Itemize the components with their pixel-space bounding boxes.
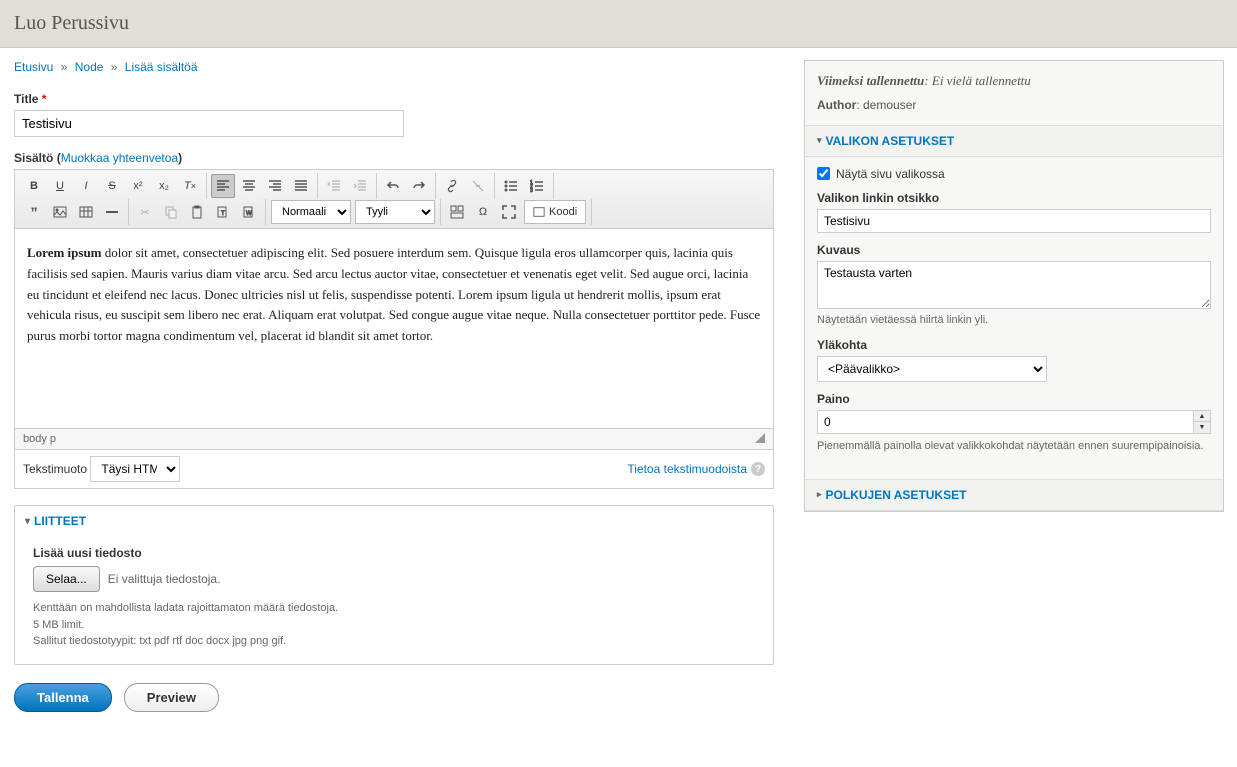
format-select[interactable]: Normaali <box>271 200 351 224</box>
add-file-label: Lisää uusi tiedosto <box>33 546 755 560</box>
no-file-text: Ei valittuja tiedostoja. <box>108 572 221 586</box>
file-help-limit: 5 MB limit. <box>33 617 755 634</box>
menu-settings-toggle[interactable]: VALIKON ASETUKSET <box>805 126 1223 157</box>
title-field: Title * <box>14 92 774 137</box>
file-help-unlimited: Kenttään on mahdollista ladata rajoittam… <box>33 600 755 617</box>
text-format-select[interactable]: Täysi HTML <box>90 456 180 482</box>
copy-button[interactable] <box>159 200 183 224</box>
svg-text:W: W <box>246 211 252 217</box>
paste-button[interactable] <box>185 200 209 224</box>
bold-button[interactable]: B <box>22 174 46 198</box>
underline-button[interactable]: U <box>48 174 72 198</box>
align-justify-button[interactable] <box>289 174 313 198</box>
breadcrumb-link[interactable]: Node <box>75 60 104 74</box>
bullet-list-button[interactable] <box>499 174 523 198</box>
outdent-button[interactable] <box>322 174 346 198</box>
subscript-button[interactable]: x₂ <box>152 174 176 198</box>
content-label: Sisältö (Muokkaa yhteenvetoa) <box>14 151 774 165</box>
desc-textarea[interactable] <box>817 261 1211 309</box>
strike-button[interactable]: S <box>100 174 124 198</box>
main-column: Etusivu » Node » Lisää sisältöä Title * … <box>14 60 774 712</box>
desc-label: Kuvaus <box>817 243 1211 257</box>
resize-handle[interactable] <box>755 433 765 443</box>
editor-body[interactable]: Lorem ipsum dolor sit amet, consectetuer… <box>14 229 774 429</box>
hr-button[interactable] <box>100 200 124 224</box>
save-button[interactable]: Tallenna <box>14 683 112 712</box>
maximize-button[interactable] <box>497 200 521 224</box>
edit-summary-link[interactable]: Muokkaa yhteenvetoa <box>61 151 178 165</box>
table-button[interactable] <box>74 200 98 224</box>
link-button[interactable] <box>440 174 464 198</box>
superscript-button[interactable]: x² <box>126 174 150 198</box>
paste-word-button[interactable]: W <box>237 200 261 224</box>
weight-up[interactable]: ▲ <box>1194 411 1210 422</box>
parent-select[interactable]: <Päävalikko> <box>817 356 1047 382</box>
format-label: Tekstimuoto <box>23 462 87 476</box>
svg-text:3: 3 <box>530 188 533 193</box>
number-list-button[interactable]: 123 <box>525 174 549 198</box>
breadcrumb-link[interactable]: Etusivu <box>14 60 53 74</box>
menu-settings-body: Näytä sivu valikossa Valikon linkin otsi… <box>805 157 1223 480</box>
align-right-button[interactable] <box>263 174 287 198</box>
italic-button[interactable]: I <box>74 174 98 198</box>
desc-help: Näytetään vietäessä hiirtä linkin yli. <box>817 312 1211 329</box>
paste-text-button[interactable]: T <box>211 200 235 224</box>
format-info-link[interactable]: Tietoa tekstimuodoista ? <box>627 462 765 476</box>
align-center-button[interactable] <box>237 174 261 198</box>
blockquote-button[interactable]: ” <box>22 200 46 224</box>
page-title: Luo Perussivu <box>14 12 1223 35</box>
align-left-button[interactable] <box>211 174 235 198</box>
editor-path: body p <box>23 433 56 445</box>
unlink-button[interactable] <box>466 174 490 198</box>
breadcrumb-link[interactable]: Lisää sisältöä <box>125 60 198 74</box>
undo-button[interactable] <box>381 174 405 198</box>
style-select[interactable]: Tyyli <box>355 200 435 224</box>
attachments-fieldset: LIITTEET Lisää uusi tiedosto Selaa... Ei… <box>14 505 774 665</box>
form-actions: Tallenna Preview <box>14 683 774 712</box>
weight-help: Pienemmällä painolla olevat valikkokohda… <box>817 438 1211 455</box>
sidebar-meta: Viimeksi tallennettu: Ei vielä tallennet… <box>805 61 1223 126</box>
menu-link-title-input[interactable] <box>817 209 1211 233</box>
editor-status: body p <box>14 429 774 450</box>
redo-button[interactable] <box>407 174 431 198</box>
cut-button[interactable]: ✂ <box>133 200 157 224</box>
page-header: Luo Perussivu <box>0 0 1237 48</box>
breadcrumb: Etusivu » Node » Lisää sisältöä <box>14 60 774 74</box>
special-char-button[interactable]: Ω <box>471 200 495 224</box>
sidebar-column: Viimeksi tallennettu: Ei vielä tallennet… <box>804 60 1224 712</box>
preview-button[interactable]: Preview <box>124 683 219 712</box>
indent-button[interactable] <box>348 174 372 198</box>
path-settings-toggle[interactable]: POLKUJEN ASETUKSET <box>805 480 1223 511</box>
weight-input[interactable] <box>817 410 1194 434</box>
content-field: Sisältö (Muokkaa yhteenvetoa) B U I S x²… <box>14 151 774 489</box>
browse-button[interactable]: Selaa... <box>33 566 100 592</box>
text-format-row: Tekstimuoto Täysi HTML Tietoa tekstimuod… <box>14 450 774 489</box>
sidebar-box: Viimeksi tallennettu: Ei vielä tallennet… <box>804 60 1224 512</box>
file-help-types: Sallitut tiedostotyypit: txt pdf rtf doc… <box>33 633 755 650</box>
menu-link-title-label: Valikon linkin otsikko <box>817 191 1211 205</box>
remove-format-button[interactable]: T× <box>178 174 202 198</box>
help-icon: ? <box>751 462 765 476</box>
svg-text:T: T <box>221 211 225 217</box>
title-label: Title * <box>14 92 774 106</box>
weight-label: Paino <box>817 392 1211 406</box>
image-button[interactable] <box>48 200 72 224</box>
weight-down[interactable]: ▼ <box>1194 422 1210 433</box>
title-input[interactable] <box>14 110 404 137</box>
attachments-toggle[interactable]: LIITTEET <box>15 506 773 536</box>
show-in-menu-label: Näytä sivu valikossa <box>836 167 945 181</box>
editor-toolbar: B U I S x² x₂ T× <box>14 169 774 229</box>
source-button[interactable]: Koodi <box>524 200 586 224</box>
show-in-menu-checkbox[interactable] <box>817 167 830 180</box>
show-blocks-button[interactable] <box>445 200 469 224</box>
parent-label: Yläkohta <box>817 338 1211 352</box>
